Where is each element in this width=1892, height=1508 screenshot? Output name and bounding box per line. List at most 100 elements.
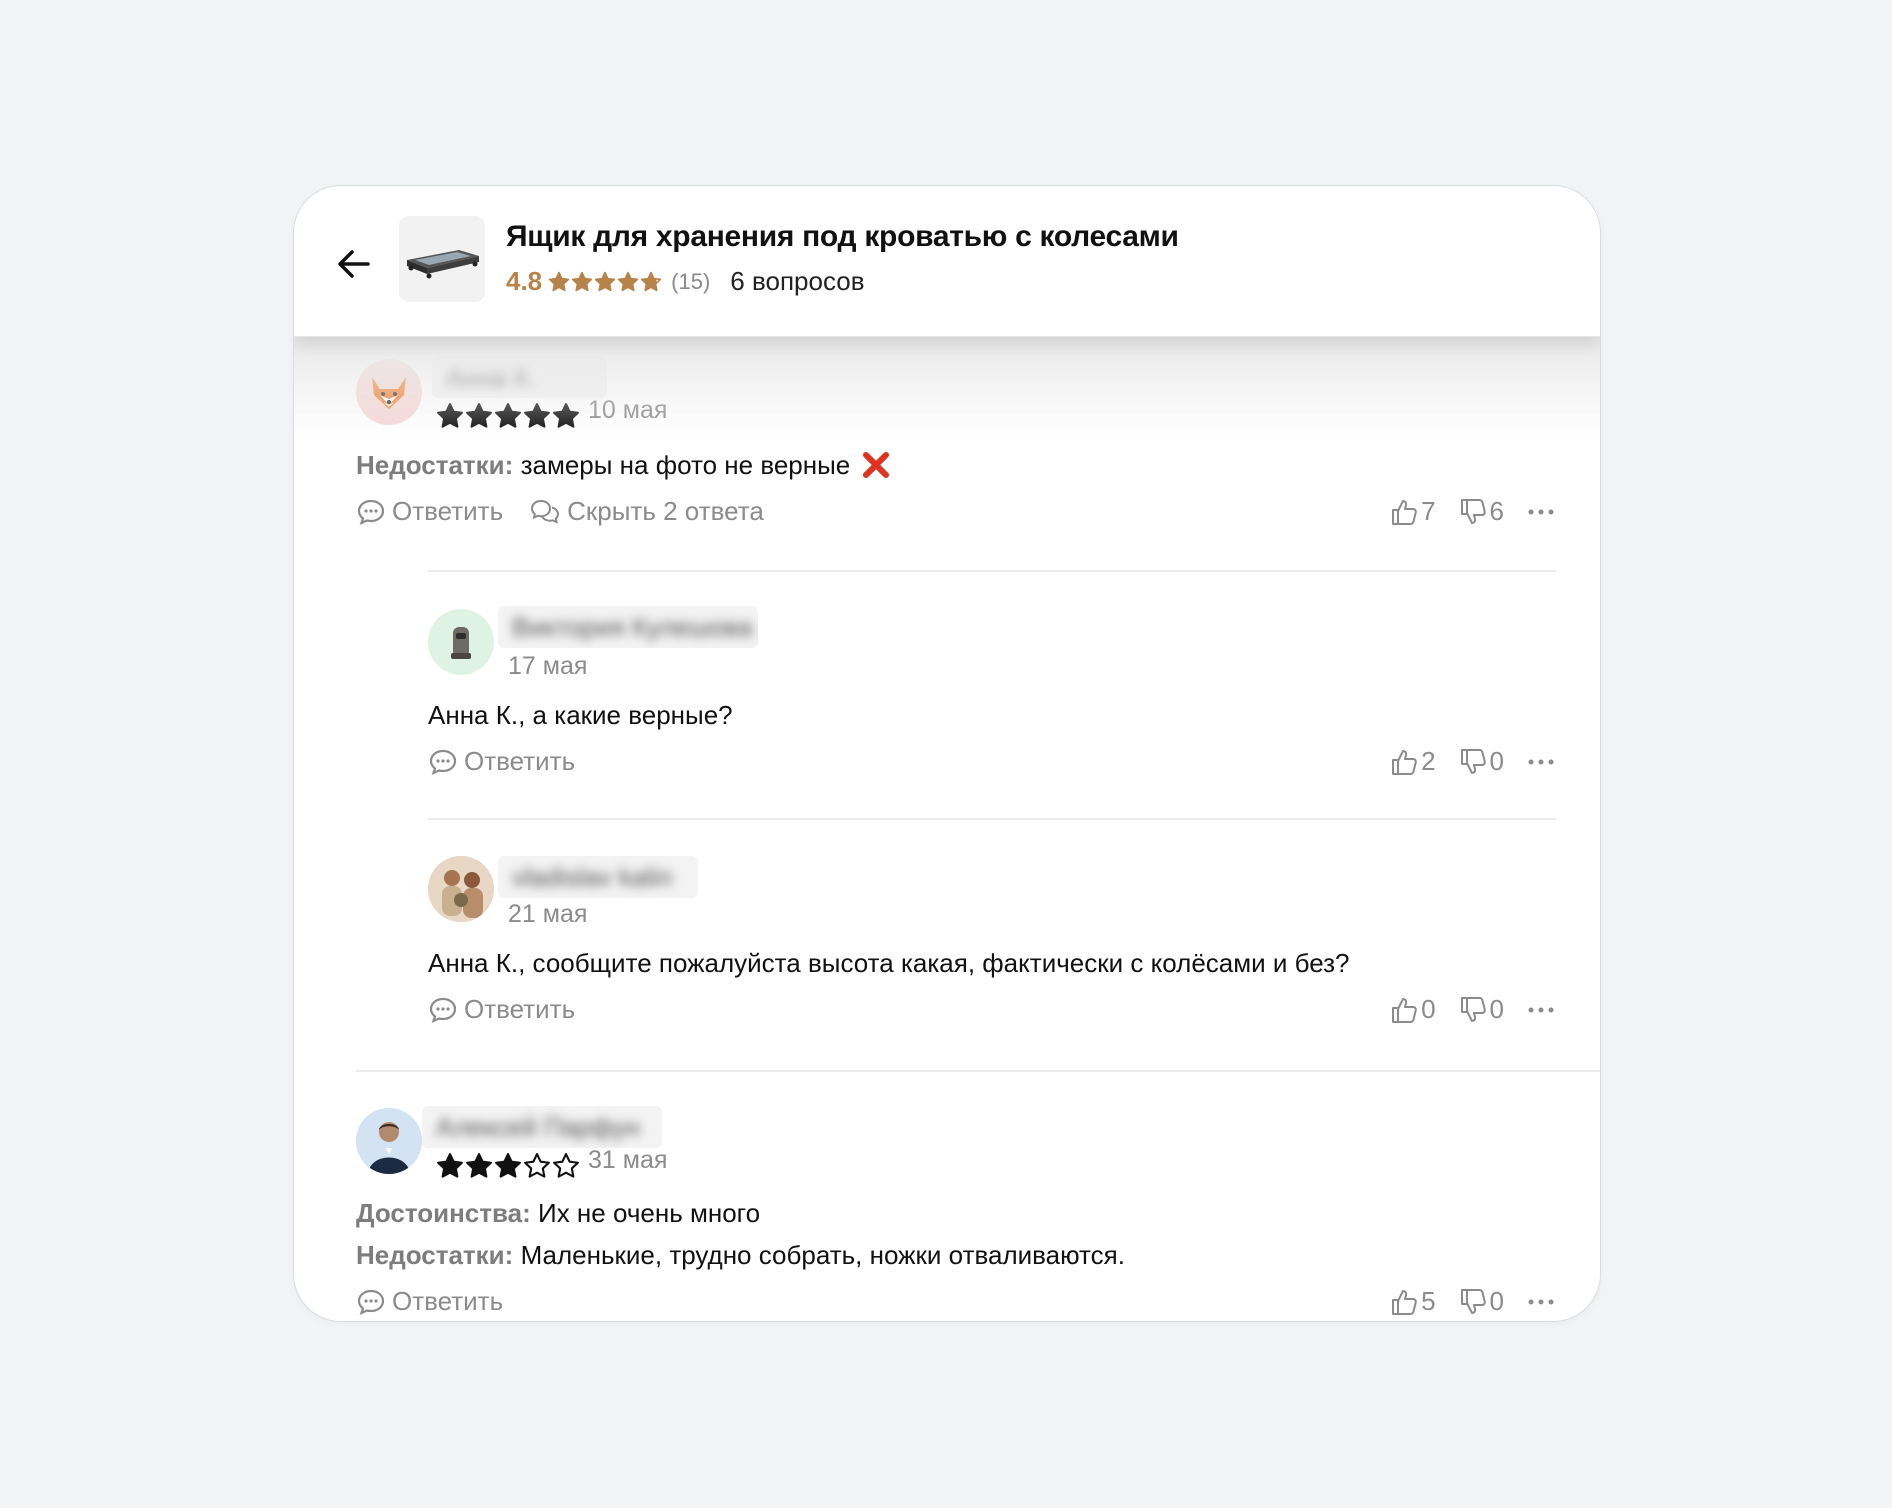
review-item: Алексей Парфун 31 мая Достоинства: Их не… [294, 1086, 1600, 1321]
ellipsis-icon [1528, 1299, 1554, 1304]
review-pros: Достоинства: Их не очень много [356, 1198, 760, 1229]
reply-label: Ответить [464, 994, 576, 1024]
dislike-button[interactable]: 0 [1458, 746, 1504, 777]
ellipsis-icon [1528, 509, 1554, 514]
thumb-up-icon [1392, 499, 1417, 525]
thumb-down-icon [1460, 748, 1486, 774]
avatar[interactable] [428, 609, 494, 675]
dislike-count: 0 [1489, 746, 1504, 776]
star-filled-icon [495, 1153, 521, 1178]
speech-bubble-icon [357, 1289, 385, 1315]
star-filled-icon [524, 403, 550, 428]
product-header: Ящик для хранения под кроватью с колесам… [294, 186, 1600, 337]
review-stars [436, 402, 581, 430]
review-votes: 7 6 [1389, 496, 1556, 527]
review-cons: Недостатки: Маленькие, трудно собрать, н… [356, 1240, 1125, 1271]
thumb-up-icon [1392, 749, 1417, 775]
like-count: 5 [1421, 1286, 1436, 1316]
product-reviews-card: Ящик для хранения под кроватью с колесам… [293, 185, 1601, 1322]
star-filled-icon [466, 1153, 492, 1178]
reply-button[interactable]: Ответить [428, 746, 575, 777]
like-button[interactable]: 7 [1389, 496, 1436, 527]
toggle-replies-label: Скрыть 2 ответа [567, 496, 764, 526]
avatar[interactable] [356, 1108, 422, 1174]
star-empty-icon [524, 1153, 550, 1178]
reply-date: 17 мая [508, 652, 588, 680]
cons-label: Недостатки: [356, 1240, 514, 1270]
review-actions: Ответить Скрыть 2 ответа [356, 496, 790, 527]
like-button[interactable]: 5 [1389, 1286, 1436, 1317]
fox-avatar-icon [372, 377, 406, 409]
product-thumbnail[interactable] [399, 216, 485, 302]
product-rating-row: 4.8 (15) 6 вопросов [506, 266, 865, 297]
more-button[interactable] [1526, 747, 1556, 777]
like-count: 2 [1421, 746, 1436, 776]
thumb-down-icon [1460, 498, 1486, 524]
thumb-down-icon [1460, 1288, 1486, 1314]
reply-date: 21 мая [508, 900, 588, 928]
reply-text: Анна К., а какие верные? [428, 700, 733, 730]
star-filled-icon [594, 271, 616, 291]
divider [356, 1070, 1600, 1072]
reply-label: Ответить [392, 1286, 504, 1316]
arrow-left-icon [338, 250, 370, 278]
author-name[interactable]: Анна К. [432, 356, 607, 398]
toggle-replies-button[interactable]: Скрыть 2 ответа [529, 496, 764, 527]
star-filled-icon [617, 271, 639, 291]
ellipsis-icon [1528, 759, 1554, 764]
star-filled-icon [553, 403, 579, 428]
product-rating-stars [548, 271, 663, 293]
more-button[interactable] [1526, 995, 1556, 1025]
reply-item: Виктория Кулешова 17 мая Анна К., а каки… [294, 586, 1600, 834]
pros-label: Достоинства: [356, 1198, 531, 1228]
more-button[interactable] [1526, 1287, 1556, 1317]
thumb-down-icon [1460, 996, 1486, 1022]
review-votes: 5 0 [1389, 1286, 1556, 1317]
red-cross-mark-icon [862, 452, 889, 478]
reply-button[interactable]: Ответить [428, 994, 575, 1025]
dislike-count: 0 [1489, 994, 1504, 1024]
avatar[interactable] [356, 359, 422, 425]
storage-box-image [407, 250, 479, 279]
dislike-count: 0 [1489, 1286, 1504, 1316]
dislike-button[interactable]: 6 [1458, 496, 1504, 527]
reply-actions: Ответить [428, 994, 601, 1025]
review-date: 10 мая [588, 396, 668, 424]
reply-item: vladislav kalin 21 мая Анна К., сообщите… [294, 834, 1600, 1086]
author-name[interactable]: Алексей Парфун [422, 1106, 662, 1148]
man-photo-avatar-icon [356, 1108, 422, 1174]
back-button[interactable] [334, 244, 374, 284]
review-item: Анна К. 10 мая Недостатки: замеры на фот… [294, 336, 1600, 586]
like-button[interactable]: 0 [1389, 994, 1436, 1025]
more-button[interactable] [1526, 497, 1556, 527]
reply-label: Ответить [464, 746, 576, 776]
product-reviews-count[interactable]: (15) [671, 269, 710, 295]
divider [428, 570, 1556, 572]
two-bubbles-icon [531, 499, 560, 524]
speech-bubble-icon [429, 749, 457, 775]
dislike-count: 6 [1489, 496, 1504, 526]
author-name[interactable]: vladislav kalin [498, 856, 698, 898]
speech-bubble-icon [429, 997, 457, 1023]
like-count: 7 [1421, 496, 1436, 526]
questions-link[interactable]: 6 вопросов [730, 266, 864, 297]
author-name[interactable]: Виктория Кулешова [498, 606, 758, 648]
reply-actions: Ответить [428, 746, 601, 777]
star-filled-icon [466, 403, 492, 428]
like-button[interactable]: 2 [1389, 746, 1436, 777]
cons-text: замеры на фото не верные [520, 450, 851, 480]
reply-button[interactable]: Ответить [356, 1286, 503, 1317]
avatar[interactable] [428, 856, 494, 922]
dislike-button[interactable]: 0 [1458, 994, 1504, 1025]
star-filled-icon [571, 271, 593, 291]
reply-votes: 0 0 [1389, 994, 1556, 1025]
product-title[interactable]: Ящик для хранения под кроватью с колесам… [506, 220, 1179, 254]
star-filled-icon [495, 403, 521, 428]
divider [428, 818, 1556, 820]
speech-bubble-icon [357, 499, 385, 525]
reply-button[interactable]: Ответить [356, 496, 503, 527]
reply-label: Ответить [392, 496, 504, 526]
reply-text: Анна К., сообщите пожалуйста высота кака… [428, 948, 1350, 978]
ellipsis-icon [1528, 1007, 1554, 1012]
dislike-button[interactable]: 0 [1458, 1286, 1504, 1317]
